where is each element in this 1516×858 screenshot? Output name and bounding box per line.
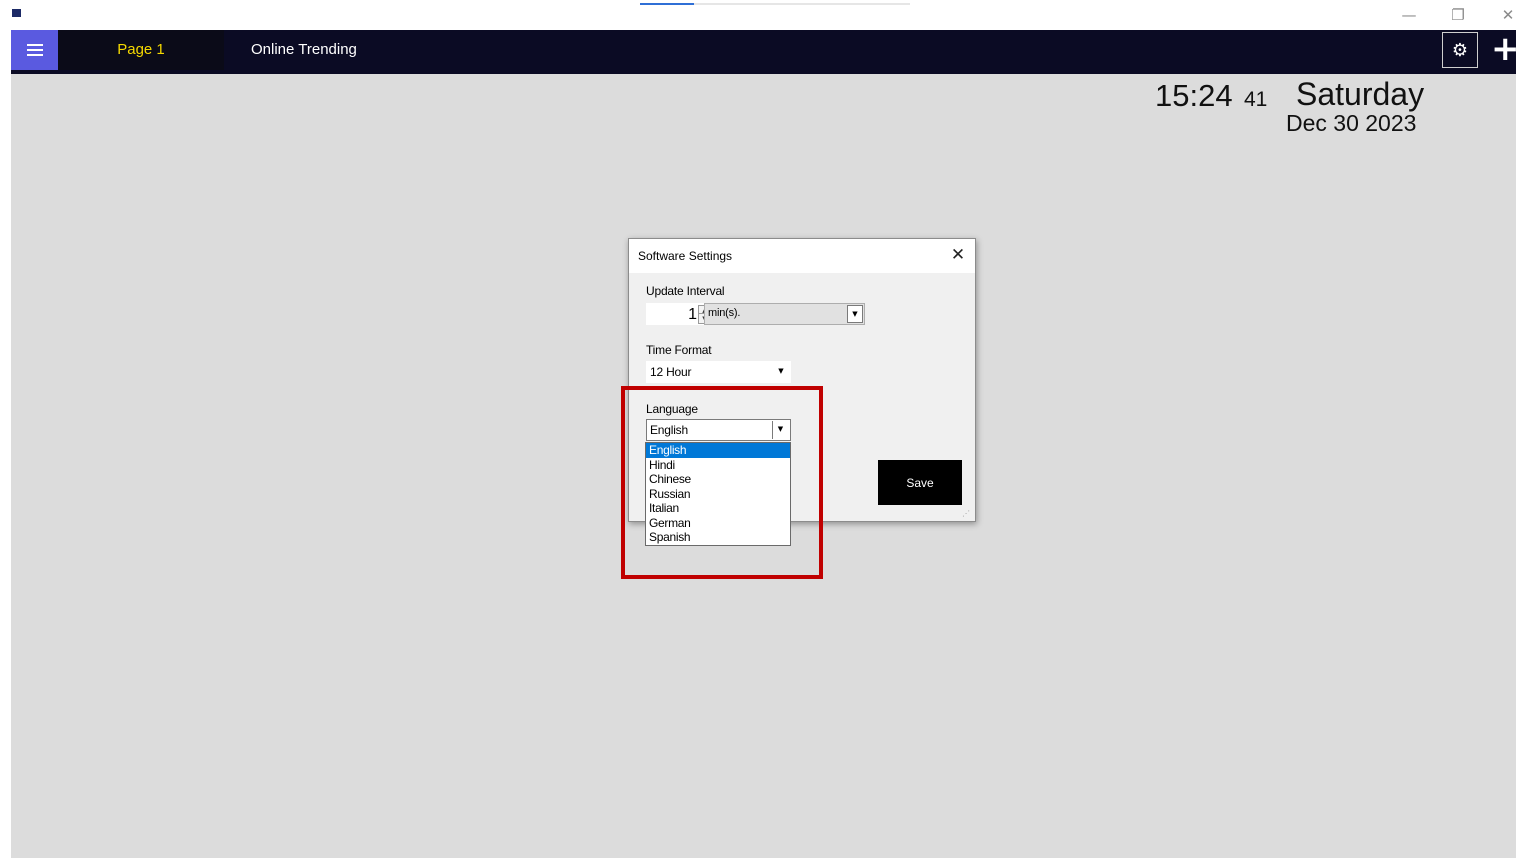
minimize-button[interactable]: — — [1397, 2, 1421, 28]
update-interval-value: 1 — [688, 306, 697, 323]
language-dropdown-list: English Hindi Chinese Russian Italian Ge… — [645, 442, 791, 546]
dialog-close-button[interactable]: ✕ — [947, 244, 969, 266]
resize-grip-icon[interactable]: ⋰ — [962, 509, 972, 519]
tab-online-trending[interactable]: Online Trending — [251, 30, 357, 70]
language-option-german[interactable]: German — [646, 516, 790, 531]
update-interval-stepper[interactable]: 1 ▲ ▼ — [646, 303, 712, 325]
language-value: English — [650, 423, 688, 437]
clock-day: Saturday — [1296, 76, 1425, 112]
os-titlebar: — ❐ ✕ — [0, 0, 1516, 30]
app-logo-icon — [12, 9, 21, 17]
language-option-hindi[interactable]: Hindi — [646, 458, 790, 473]
language-option-italian[interactable]: Italian — [646, 501, 790, 516]
add-page-button[interactable]: + — [1491, 30, 1516, 70]
language-option-spanish[interactable]: Spanish — [646, 530, 790, 545]
language-option-english[interactable]: English — [646, 443, 790, 458]
clock-time: 15:24 — [1155, 78, 1233, 113]
clock-date: Dec 30 2023 — [1286, 110, 1417, 136]
restore-button[interactable]: ❐ — [1446, 2, 1470, 28]
title-accent-fill — [640, 3, 694, 5]
clock-seconds: 41 — [1244, 88, 1268, 111]
chevron-down-icon: ▼ — [772, 421, 788, 439]
hamburger-icon — [26, 44, 43, 56]
menu-button[interactable] — [11, 30, 58, 70]
language-option-russian[interactable]: Russian — [646, 487, 790, 502]
tab-page-1[interactable]: Page 1 — [58, 30, 224, 70]
update-interval-label: Update Interval — [646, 284, 725, 298]
window-close-button[interactable]: ✕ — [1496, 2, 1516, 28]
gear-icon: ⚙ — [1451, 39, 1469, 61]
interval-unit-select[interactable]: min(s). ▼ — [704, 303, 865, 325]
dialog-title: Software Settings — [638, 249, 733, 263]
chevron-down-icon: ▼ — [847, 305, 863, 323]
language-label: Language — [646, 402, 698, 416]
time-format-select[interactable]: 12 Hour ▼ — [646, 361, 791, 383]
settings-button[interactable]: ⚙ — [1442, 32, 1478, 68]
language-option-chinese[interactable]: Chinese — [646, 472, 790, 487]
app-header: Page 1 Online Trending ⚙ + — [11, 30, 1516, 74]
chevron-down-icon: ▼ — [773, 363, 789, 381]
dialog-titlebar: Software Settings ✕ — [629, 239, 975, 273]
language-select[interactable]: English ▼ — [646, 419, 791, 441]
time-format-value: 12 Hour — [650, 365, 692, 379]
time-format-label: Time Format — [646, 343, 712, 357]
interval-unit-value: min(s). — [708, 307, 741, 319]
save-button[interactable]: Save — [878, 460, 962, 505]
